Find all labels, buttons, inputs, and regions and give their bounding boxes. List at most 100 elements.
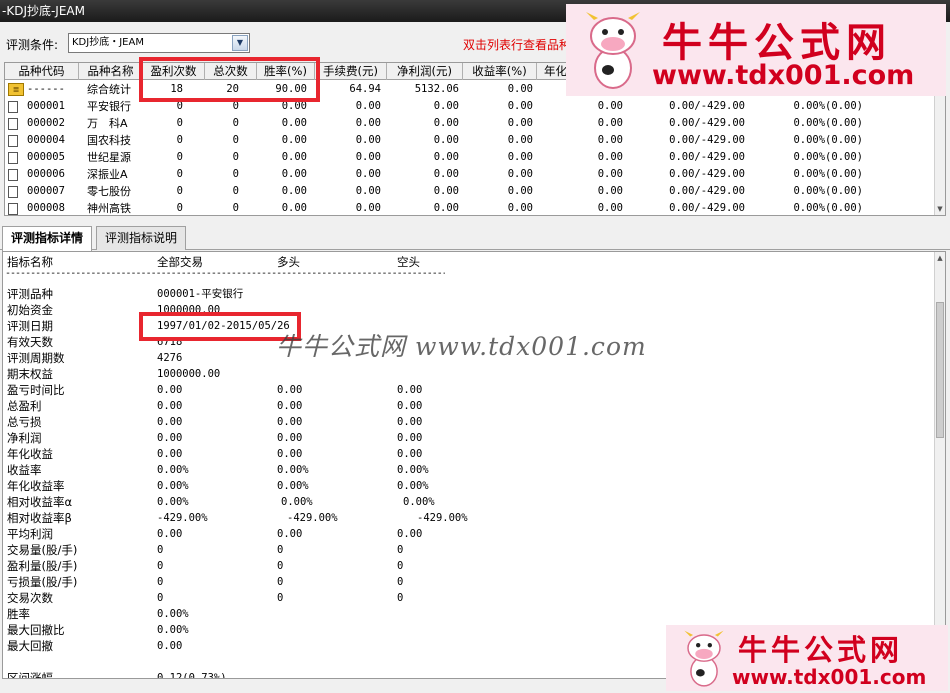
detail-row: 盈亏时间比 0.00 0.00 0.00 — [5, 382, 935, 398]
cell-name: 深振业A — [87, 168, 128, 181]
metric-name: 评测品种 — [7, 287, 53, 301]
cell-ratio: 0.00%(0.00) — [793, 151, 863, 163]
metric-value: -429.00% — [417, 512, 468, 524]
metric-name: 有效天数 — [7, 335, 53, 349]
chevron-down-icon[interactable]: ▼ — [232, 35, 248, 51]
tab-detail[interactable]: 评测指标详情 — [2, 226, 93, 251]
cell-code: 000001 — [27, 100, 65, 112]
cell-wins: 0 — [176, 168, 183, 180]
detail-row: 平均利润 0.00 0.00 0.00 — [5, 526, 935, 542]
cell-profit: 5132.06 — [414, 83, 459, 95]
cell-rate: 0.00 — [281, 168, 307, 180]
window-title: -KDJ抄底-JEAM — [2, 4, 85, 18]
cell-annual: 0.00 — [597, 185, 623, 197]
cell-total: 0 — [232, 185, 239, 197]
tab-explanation[interactable]: 评测指标说明 — [96, 226, 187, 250]
metric-name: 期末权益 — [7, 367, 53, 381]
metric-name: 交易次数 — [7, 591, 53, 605]
cell-rel: 0.00/-429.00 — [669, 134, 745, 146]
detail-row: 相对收益率α 0.00% 0.00% 0.00% — [5, 494, 935, 510]
detail-row: 收益率 0.00% 0.00% 0.00% — [5, 462, 935, 478]
metric-value: 0.00 — [157, 400, 183, 412]
detail-header-cell: 全部交易 — [157, 255, 203, 269]
cell-fee: 64.94 — [349, 83, 381, 95]
summary-icon: ≣ — [8, 83, 24, 96]
condition-select[interactable]: KDJ抄底・JEAM ▼ — [68, 33, 250, 53]
metric-value: 0.00% — [403, 496, 435, 508]
cell-return: 0.00 — [507, 83, 533, 95]
scroll-down-icon[interactable]: ▼ — [935, 203, 945, 215]
cell-profit: 0.00 — [433, 117, 459, 129]
metric-name: 相对收益率α — [7, 495, 73, 509]
detail-header-cell: 空头 — [397, 255, 420, 269]
metric-value: 0 — [397, 576, 404, 588]
cell-rate: 0.00 — [281, 185, 307, 197]
column-header[interactable]: 品种名称 — [79, 63, 143, 80]
cell-annual: 0.00 — [597, 151, 623, 163]
metric-value: 0 — [277, 592, 284, 604]
metric-name: 净利润 — [7, 431, 42, 445]
cell-profit: 0.00 — [433, 100, 459, 112]
metric-name: 盈利量(股/手) — [7, 559, 78, 573]
detail-row: 评测品种 000001-平安银行 — [5, 286, 935, 302]
detail-row: 总亏损 0.00 0.00 0.00 — [5, 414, 935, 430]
metric-value: 0.00% — [157, 496, 189, 508]
metric-value: 0.00% — [397, 464, 429, 476]
metric-value: 0.00 — [397, 432, 423, 444]
document-icon — [8, 118, 18, 130]
cell-return: 0.00 — [507, 100, 533, 112]
cell-rel: 0.00/-429.00 — [669, 151, 745, 163]
detail-header-cell: 多头 — [277, 255, 300, 269]
metric-value: 0.00% — [157, 464, 189, 476]
detail-row: 胜率 0.00% — [5, 606, 935, 622]
document-icon — [8, 152, 18, 164]
column-header[interactable]: 收益率(%) — [463, 63, 537, 80]
cell-total: 0 — [232, 168, 239, 180]
metric-name: 最大回撤 — [7, 639, 53, 653]
document-icon — [8, 203, 18, 215]
cell-ratio: 0.00%(0.00) — [793, 117, 863, 129]
tab-bar: 评测指标详情 评测指标说明 — [0, 226, 950, 251]
cell-name: 神州高铁 — [87, 202, 131, 215]
cell-annual: 0.00 — [597, 117, 623, 129]
metric-value: 0.00 — [397, 448, 423, 460]
detail-row: 交易次数 0 0 0 — [5, 590, 935, 606]
metric-value: 0.00 — [277, 528, 303, 540]
detail-scrollbar[interactable]: ▲ ▼ — [934, 252, 945, 678]
table-row[interactable]: 000006 深振业A 0 0 0.00 0.00 0.00 0.00 0.00 0.00/-42… — [5, 166, 935, 183]
scroll-up-icon[interactable]: ▲ — [935, 252, 945, 264]
table-row[interactable]: 000005 世纪星源 0 0 0.00 0.00 0.00 0.00 0.00 0.00/-42… — [5, 149, 935, 166]
metric-value: 0.00 — [397, 528, 423, 540]
metric-value: 4276 — [157, 352, 183, 364]
cell-code: 000007 — [27, 185, 65, 197]
metric-name: 初始资金 — [7, 303, 53, 317]
cell-fee: 0.00 — [355, 202, 381, 214]
cell-return: 0.00 — [507, 185, 533, 197]
table-row[interactable]: 000008 神州高铁 0 0 0.00 0.00 0.00 0.00 0.00 0.00/-42… — [5, 200, 935, 215]
highlight-box-stats — [139, 57, 320, 102]
metric-name: 亏损量(股/手) — [7, 575, 78, 589]
cell-name: 平安银行 — [87, 100, 131, 113]
cell-return: 0.00 — [507, 117, 533, 129]
column-header[interactable]: 手续费(元) — [315, 63, 387, 80]
table-scrollbar[interactable]: ▲ ▼ — [934, 81, 945, 215]
scroll-thumb[interactable] — [936, 302, 944, 438]
table-row[interactable]: 000007 零七股份 0 0 0.00 0.00 0.00 0.00 0.00 0.00/-42… — [5, 183, 935, 200]
metric-name: 盈亏时间比 — [7, 383, 65, 397]
divider-line: ----------------------------------------… — [5, 270, 445, 278]
metric-value: 000001-平安银行 — [157, 288, 244, 300]
metric-name: 评测日期 — [7, 319, 53, 333]
cell-return: 0.00 — [507, 151, 533, 163]
column-header[interactable]: 品种代码 — [5, 63, 79, 80]
table-row[interactable]: 000004 国农科技 0 0 0.00 0.00 0.00 0.00 0.00 0.00/-42… — [5, 132, 935, 149]
metric-value: 0 — [157, 592, 164, 604]
table-row[interactable]: 000002 万 科A 0 0 0.00 0.00 0.00 0.00 0.00 0.00/-42… — [5, 115, 935, 132]
banner-url: www.tdx001.com — [732, 665, 927, 689]
column-header[interactable]: 净利润(元) — [387, 63, 463, 80]
cell-total: 0 — [232, 134, 239, 146]
cell-fee: 0.00 — [355, 117, 381, 129]
metric-value: 0.00 — [277, 400, 303, 412]
metric-value: 0.00% — [277, 480, 309, 492]
metric-value: 0.00% — [281, 496, 313, 508]
cell-rel: 0.00/-429.00 — [669, 168, 745, 180]
